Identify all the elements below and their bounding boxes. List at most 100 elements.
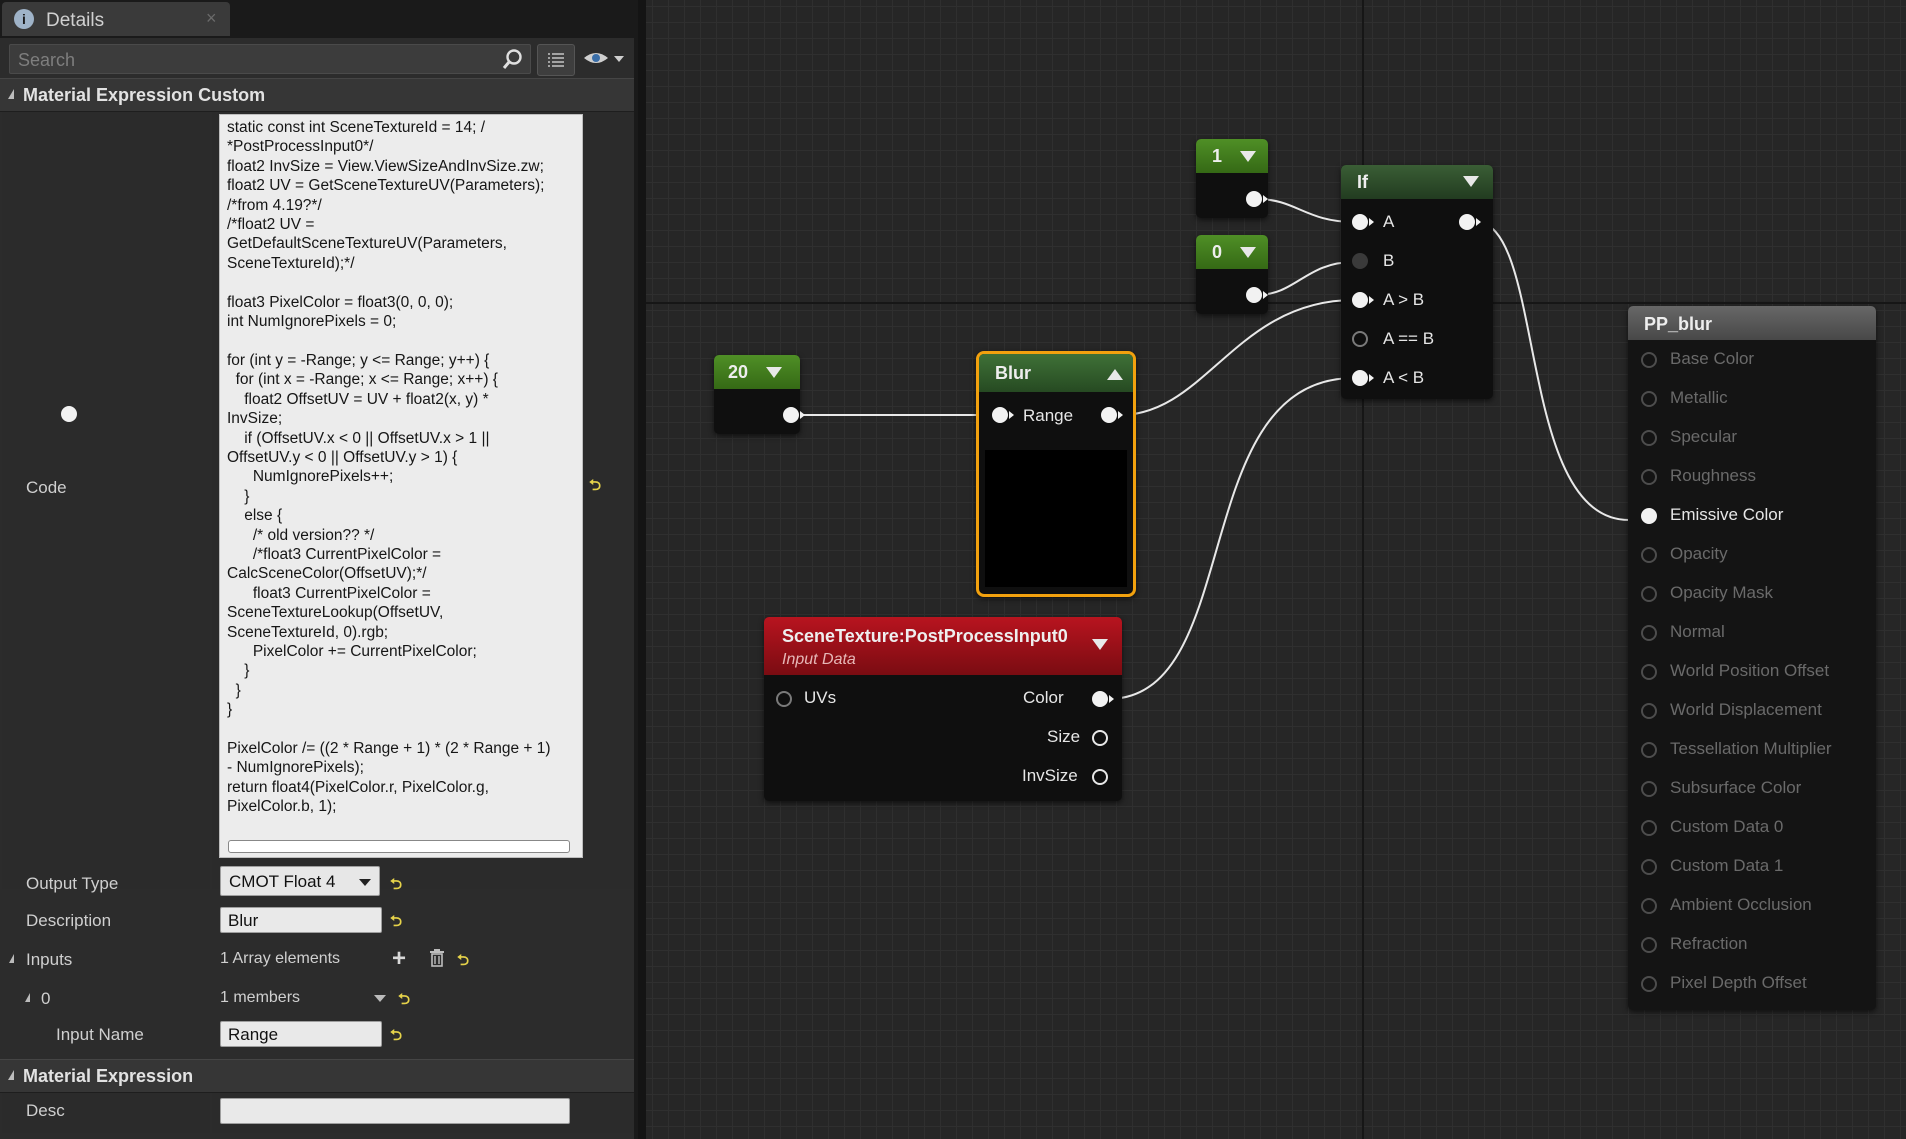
pin-arrow-icon xyxy=(1476,218,1481,226)
collapse-arrow-icon[interactable] xyxy=(1092,639,1108,650)
result-pin-label: Base Color xyxy=(1670,349,1755,368)
result-input-pin[interactable] xyxy=(1641,508,1657,524)
result-input-pin[interactable] xyxy=(1641,391,1657,407)
if-node[interactable]: If A B A > B A == B A < B xyxy=(1341,165,1493,399)
details-panel: i Details × Search Material Expression C… xyxy=(0,0,645,1139)
result-input-pin[interactable] xyxy=(1641,976,1657,992)
if-pin-aeqb: A == B xyxy=(1383,329,1435,348)
result-input-pin[interactable] xyxy=(1641,469,1657,485)
if-input-pin-a[interactable] xyxy=(1352,214,1368,230)
node-title: PP_blur xyxy=(1644,314,1713,334)
category-material-expression[interactable]: Material Expression xyxy=(0,1059,634,1093)
if-pin-altb: A < B xyxy=(1383,368,1425,387)
result-pin-label: World Displacement xyxy=(1670,700,1822,719)
const-20-output-pin[interactable] xyxy=(783,407,799,423)
result-input-pin[interactable] xyxy=(1641,625,1657,641)
result-pin-label: Metallic xyxy=(1670,388,1728,407)
chevron-down-icon[interactable] xyxy=(374,995,386,1002)
result-input-pin[interactable] xyxy=(1641,430,1657,446)
reset-to-default-icon[interactable]: ⮌ xyxy=(457,950,469,975)
inputs-count: 1 Array elements xyxy=(220,950,341,967)
view-options-button[interactable] xyxy=(582,46,630,72)
result-pin-label: Specular xyxy=(1670,427,1738,446)
collapse-arrow-icon[interactable] xyxy=(1107,369,1123,380)
search-icon[interactable] xyxy=(502,48,524,70)
scenetex-output-pin-invsize[interactable] xyxy=(1092,769,1108,785)
if-pin-agtb: A > B xyxy=(1383,290,1425,309)
material-graph[interactable]: 20 1 0 Blur Range If A B A > B A == B A … xyxy=(61,0,1906,1139)
result-input-pin[interactable] xyxy=(1641,586,1657,602)
collapse-icon[interactable] xyxy=(9,954,14,963)
preview-area xyxy=(985,450,1127,587)
description-field[interactable]: Blur xyxy=(220,907,382,933)
category-material-expression-custom[interactable]: Material Expression Custom xyxy=(0,78,634,112)
if-input-pin-agtb[interactable] xyxy=(1352,292,1368,308)
scenetexture-node[interactable]: SceneTexture:PostProcessInput0 Input Dat… xyxy=(764,617,1122,801)
result-pin-label: Ambient Occlusion xyxy=(1670,895,1812,914)
list-icon xyxy=(548,53,564,67)
output-pin[interactable] xyxy=(61,406,77,422)
add-icon[interactable]: + xyxy=(392,945,406,973)
pin-label-color: Color xyxy=(1023,688,1064,707)
info-icon: i xyxy=(14,9,34,29)
result-input-pin[interactable] xyxy=(1641,898,1657,914)
description-label: Description xyxy=(26,911,112,930)
pin-label-size: Size xyxy=(1047,727,1081,746)
collapse-arrow-icon[interactable] xyxy=(1240,247,1256,258)
if-input-pin-altb[interactable] xyxy=(1352,370,1368,386)
reset-to-default-icon[interactable]: ⮌ xyxy=(390,911,402,936)
result-input-pin[interactable] xyxy=(1641,820,1657,836)
tab-strip: i Details × xyxy=(0,0,645,38)
output-type-dropdown[interactable]: CMOT Float 4 xyxy=(220,866,380,896)
result-input-pin[interactable] xyxy=(1641,937,1657,953)
result-input-pin[interactable] xyxy=(1641,781,1657,797)
result-pin-label: Custom Data 0 xyxy=(1670,817,1784,836)
node-header xyxy=(1196,139,1268,173)
scenetex-input-pin-uvs[interactable] xyxy=(776,691,792,707)
panel-splitter[interactable] xyxy=(638,0,646,1139)
if-input-pin-b[interactable] xyxy=(1352,253,1368,269)
node-subtitle: Input Data xyxy=(782,651,856,668)
reset-to-default-icon[interactable]: ⮌ xyxy=(589,475,601,500)
desc-field[interactable] xyxy=(220,1098,570,1124)
pin-label-range: Range xyxy=(1023,406,1074,425)
result-input-pin[interactable] xyxy=(1641,547,1657,563)
pin-label-invsize: InvSize xyxy=(1022,766,1078,785)
eye-icon xyxy=(584,53,624,63)
scenetex-output-pin-color[interactable] xyxy=(1092,691,1108,707)
code-textbox[interactable]: static const int SceneTextureId = 14; / … xyxy=(219,114,583,858)
result-input-pin[interactable] xyxy=(1641,352,1657,368)
horizontal-scrollbar[interactable] xyxy=(228,840,570,853)
collapse-icon[interactable] xyxy=(25,993,30,1002)
blur-output-pin[interactable] xyxy=(1101,407,1117,423)
pin-arrow-icon xyxy=(1009,411,1014,419)
collapse-arrow-icon[interactable] xyxy=(1240,151,1256,162)
if-output-pin[interactable] xyxy=(1459,214,1475,230)
close-icon[interactable]: × xyxy=(206,8,217,29)
scenetex-output-pin-size[interactable] xyxy=(1092,730,1108,746)
blur-custom-node[interactable]: Blur Range xyxy=(976,351,1136,597)
if-input-pin-aeqb[interactable] xyxy=(1352,331,1368,347)
reset-to-default-icon[interactable]: ⮌ xyxy=(390,874,402,899)
trash-icon[interactable] xyxy=(429,949,445,967)
input-name-field[interactable]: Range xyxy=(220,1021,382,1047)
result-pin-label: Custom Data 1 xyxy=(1670,856,1784,875)
collapse-arrow-icon[interactable] xyxy=(766,367,782,378)
result-input-pin[interactable] xyxy=(1641,703,1657,719)
const-1-output-pin[interactable] xyxy=(1246,191,1262,207)
tab-title: Details xyxy=(46,10,105,31)
tab-details[interactable]: i Details × xyxy=(2,2,230,36)
result-input-pin[interactable] xyxy=(1641,742,1657,758)
list-view-button[interactable] xyxy=(537,44,575,76)
const-0-output-pin[interactable] xyxy=(1246,287,1262,303)
grid-major-line xyxy=(646,302,1906,304)
search-input[interactable] xyxy=(16,45,500,75)
collapse-arrow-icon[interactable] xyxy=(1463,176,1479,187)
result-node-pp-blur[interactable]: PP_blur Base Color Metallic Specular Roughn… xyxy=(1628,306,1876,1010)
result-input-pin[interactable] xyxy=(1641,664,1657,680)
blur-input-pin-range[interactable] xyxy=(992,407,1008,423)
result-input-pin[interactable] xyxy=(1641,859,1657,875)
result-pin-label: Refraction xyxy=(1670,934,1748,953)
reset-to-default-icon[interactable]: ⮌ xyxy=(398,989,410,1014)
reset-to-default-icon[interactable]: ⮌ xyxy=(390,1025,402,1050)
